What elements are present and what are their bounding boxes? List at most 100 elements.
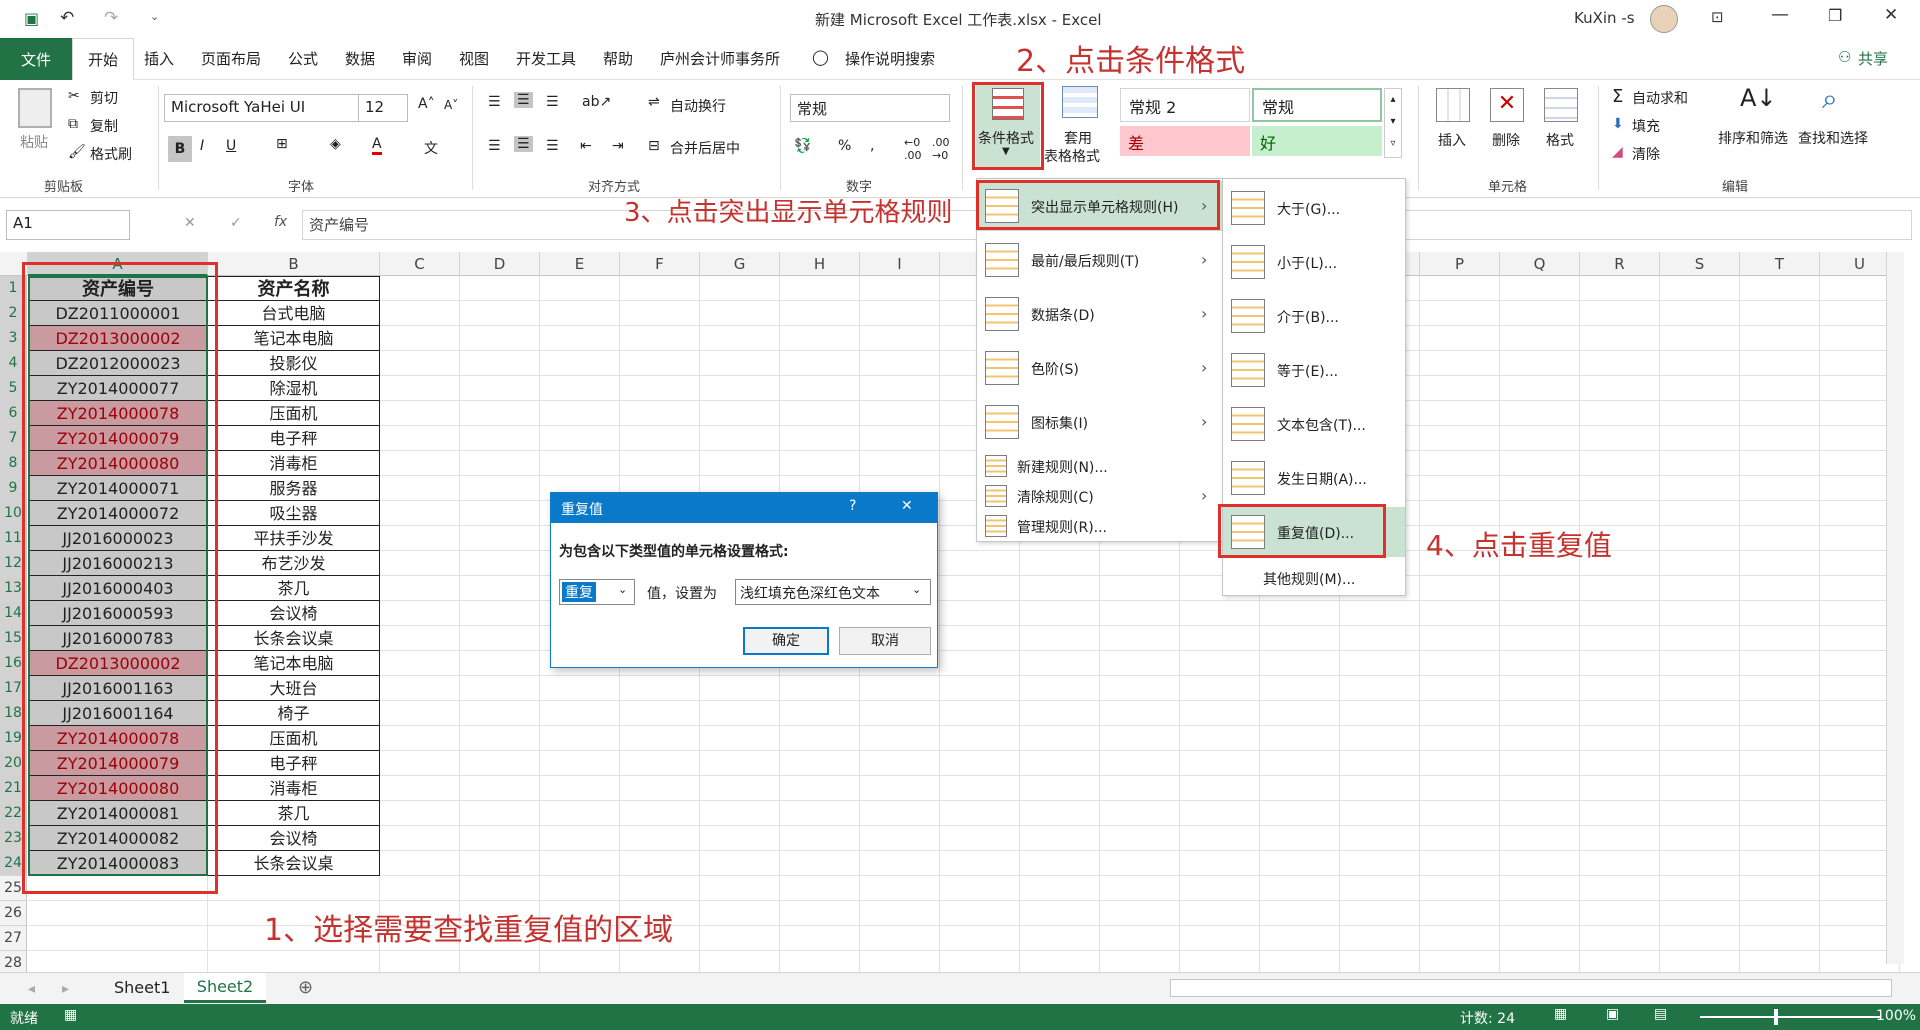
row-header[interactable]: 26 — [0, 901, 27, 926]
format-cells-button[interactable]: 格式 — [1546, 130, 1574, 150]
asset-name-cell[interactable]: 笔记本电脑 — [208, 326, 380, 351]
bold-button[interactable]: B — [168, 136, 192, 162]
tab-insert[interactable]: 插入 — [144, 48, 174, 69]
shrink-font-icon[interactable]: A˅ — [444, 98, 458, 112]
tab-help[interactable]: 帮助 — [603, 48, 633, 69]
new-rule-item[interactable]: 新建规则(N)... — [977, 451, 1223, 481]
asset-name-cell[interactable]: 茶几 — [208, 801, 380, 826]
name-box[interactable]: A1 — [6, 210, 130, 240]
equal-to-item[interactable]: 等于(E)... — [1223, 345, 1405, 395]
enter-icon[interactable]: ✓ — [230, 215, 242, 231]
qat-customize-icon[interactable]: ⌄ — [150, 10, 159, 23]
asset-name-cell[interactable]: 台式电脑 — [208, 301, 380, 326]
asset-name-cell[interactable]: 布艺沙发 — [208, 551, 380, 576]
column-header[interactable]: E — [540, 252, 620, 276]
cancel-icon[interactable]: ✕ — [184, 215, 196, 231]
align-top-icon[interactable]: ☰ — [488, 94, 501, 110]
tab-view[interactable]: 视图 — [459, 48, 489, 69]
phonetic-icon[interactable]: 文 — [424, 138, 438, 158]
underline-button[interactable]: U — [226, 138, 236, 154]
less-than-item[interactable]: 小于(L)... — [1223, 237, 1405, 287]
tab-formulas[interactable]: 公式 — [288, 48, 318, 69]
column-header[interactable]: G — [700, 252, 780, 276]
asset-name-cell[interactable]: 笔记本电脑 — [208, 651, 380, 676]
italic-button[interactable]: I — [200, 138, 204, 154]
sort-filter-button[interactable]: 排序和筛选 — [1718, 128, 1788, 148]
asset-name-cell[interactable]: 会议椅 — [208, 826, 380, 851]
clear-button[interactable]: 清除 — [1632, 144, 1660, 164]
sheet-tab-1[interactable]: Sheet1 — [114, 978, 170, 997]
fill-button[interactable]: 填充 — [1632, 116, 1660, 136]
number-format-select[interactable]: 常规 — [790, 94, 950, 122]
undo-icon[interactable]: ↶ — [60, 8, 74, 28]
align-middle-icon[interactable]: ☰ — [514, 92, 533, 108]
insert-cells-button[interactable]: 插入 — [1438, 130, 1466, 150]
align-bottom-icon[interactable]: ☰ — [546, 94, 559, 110]
save-icon[interactable]: ▣ — [24, 9, 39, 28]
sheet-tab-2[interactable]: Sheet2 — [184, 973, 266, 1003]
asset-name-cell[interactable]: 茶几 — [208, 576, 380, 601]
column-header[interactable]: P — [1420, 252, 1500, 276]
orientation-icon[interactable]: ab↗ — [582, 94, 611, 110]
more-rules-item[interactable]: 其他规则(M)... — [1223, 563, 1405, 593]
ribbon-display-icon[interactable]: ⊡ — [1711, 8, 1724, 26]
autosum-button[interactable]: 自动求和 — [1632, 88, 1688, 108]
asset-name-cell[interactable]: 消毒柜 — [208, 776, 380, 801]
column-header[interactable]: S — [1660, 252, 1740, 276]
asset-name-cell[interactable]: 压面机 — [208, 401, 380, 426]
asset-name-cell[interactable]: 长条会议桌 — [208, 851, 380, 876]
page-break-view-icon[interactable]: ▤ — [1654, 1006, 1667, 1022]
data-bars-item[interactable]: 数据条(D) › — [977, 289, 1223, 339]
column-header[interactable]: F — [620, 252, 700, 276]
tab-custom[interactable]: 庐州会计师事务所 — [660, 48, 780, 69]
style-normal2[interactable]: 常规 2 — [1120, 88, 1250, 122]
asset-name-cell[interactable]: 消毒柜 — [208, 451, 380, 476]
asset-name-cell[interactable]: 服务器 — [208, 476, 380, 501]
manage-rules-item[interactable]: 管理规则(R)... — [977, 511, 1223, 541]
asset-name-cell[interactable]: 会议椅 — [208, 601, 380, 626]
tab-developer[interactable]: 开发工具 — [516, 48, 576, 69]
tab-data[interactable]: 数据 — [345, 48, 375, 69]
style-normal[interactable]: 常规 — [1252, 88, 1382, 122]
user-name[interactable]: KuXin -s — [1574, 9, 1635, 27]
dialog-cancel-button[interactable]: 取消 — [839, 627, 931, 655]
scroll-right-icon[interactable]: ▸ — [62, 981, 69, 997]
dialog-help-button[interactable]: ? — [849, 498, 856, 514]
asset-name-cell[interactable]: 平扶手沙发 — [208, 526, 380, 551]
asset-name-cell[interactable]: 大班台 — [208, 676, 380, 701]
column-header[interactable]: R — [1580, 252, 1660, 276]
column-header[interactable]: Q — [1500, 252, 1580, 276]
cut-button[interactable]: 剪切 — [90, 88, 118, 108]
worksheet-grid[interactable]: ABCDEFGHIJKLMNOPQRSTU1234567891011121314… — [0, 252, 1905, 976]
asset-name-cell[interactable]: 电子秤 — [208, 751, 380, 776]
dialog-ok-button[interactable]: 确定 — [743, 627, 829, 655]
format-painter-button[interactable]: 格式刷 — [90, 144, 132, 164]
function-icon[interactable]: fx — [274, 214, 287, 230]
copy-button[interactable]: 复制 — [90, 116, 118, 136]
between-item[interactable]: 介于(B)... — [1223, 291, 1405, 341]
styles-scroll-icon[interactable]: ▴ ▾ ▿ — [1384, 88, 1402, 158]
find-select-button[interactable]: 查找和选择 — [1798, 128, 1868, 148]
share-button[interactable]: 共享 — [1858, 48, 1888, 69]
align-left-icon[interactable]: ☰ — [488, 138, 501, 154]
comma-icon[interactable]: , — [870, 138, 874, 154]
icon-sets-item[interactable]: 图标集(I) › — [977, 397, 1223, 447]
currency-icon[interactable]: 💱 — [794, 138, 811, 154]
zoom-slider[interactable] — [1700, 1016, 1880, 1018]
page-layout-view-icon[interactable]: ▣ — [1606, 1006, 1619, 1022]
decrease-decimal-icon[interactable]: .00 →0 — [932, 136, 950, 162]
clear-rules-item[interactable]: 清除规则(C) › — [977, 481, 1223, 511]
tab-page-layout[interactable]: 页面布局 — [201, 48, 261, 69]
macro-record-icon[interactable]: ▦ — [64, 1007, 77, 1023]
paste-button[interactable]: 粘贴 — [20, 132, 48, 152]
vertical-scrollbar[interactable] — [1886, 252, 1904, 964]
tab-review[interactable]: 审阅 — [402, 48, 432, 69]
normal-view-icon[interactable]: ▦ — [1554, 1006, 1567, 1022]
column-header[interactable]: I — [860, 252, 940, 276]
zoom-slider-thumb[interactable] — [1774, 1009, 1778, 1025]
asset-name-cell[interactable]: 除湿机 — [208, 376, 380, 401]
asset-name-cell[interactable]: 长条会议桌 — [208, 626, 380, 651]
font-size-select[interactable]: 12 — [358, 94, 408, 122]
restore-icon[interactable]: ❐ — [1828, 6, 1842, 25]
decrease-indent-icon[interactable]: ⇤ — [580, 138, 592, 154]
